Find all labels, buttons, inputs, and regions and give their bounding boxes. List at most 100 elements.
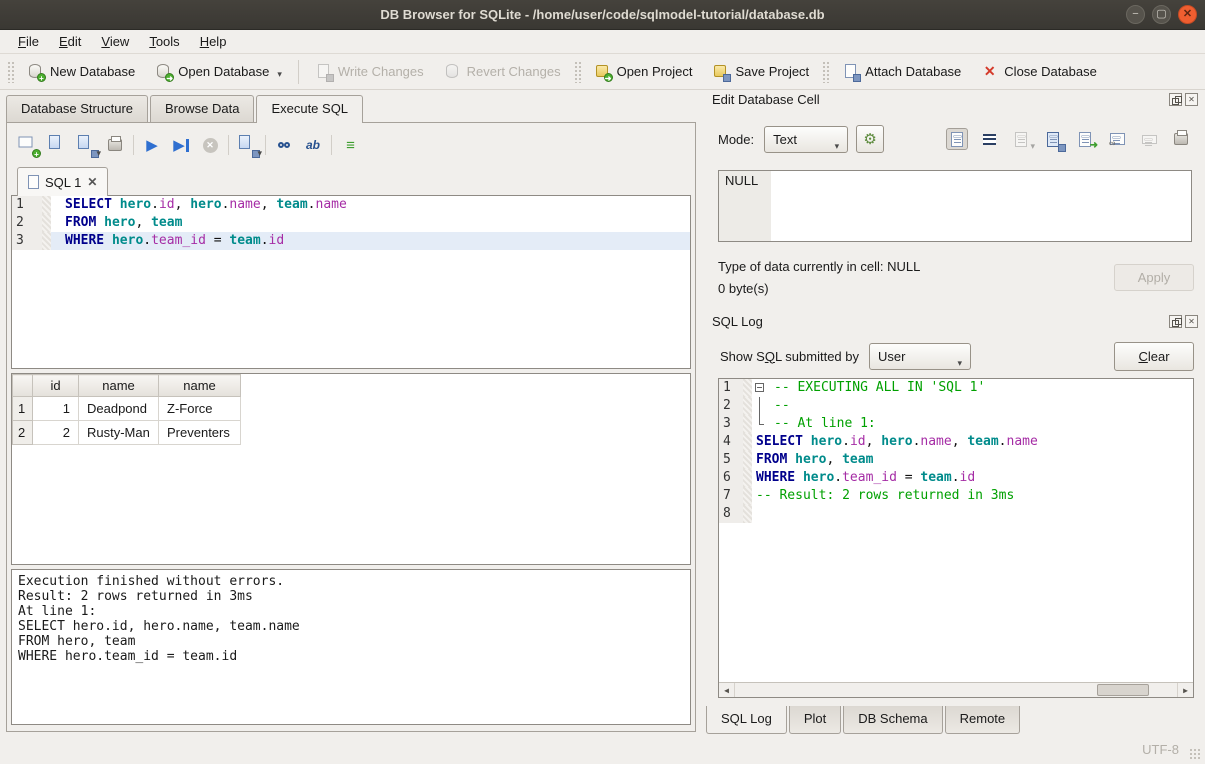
toolbar-separator [265, 135, 266, 155]
toolbar-drag-handle[interactable] [822, 61, 829, 83]
menu-tools[interactable]: Tools [139, 32, 189, 51]
clear-log-button[interactable]: Clear [1114, 342, 1194, 371]
row-header[interactable]: 2 [13, 421, 33, 445]
text-mode-button[interactable] [946, 128, 968, 150]
row-header[interactable]: 1 [13, 397, 33, 421]
maximize-button[interactable]: ▢ [1152, 5, 1171, 24]
scrollbar-track[interactable] [735, 683, 1177, 697]
tab-db-schema[interactable]: DB Schema [843, 706, 942, 734]
menu-file[interactable]: File [8, 32, 49, 51]
print-button[interactable] [104, 134, 126, 156]
open-database-dropdown-icon[interactable]: ▾ [277, 69, 282, 80]
cell-type-info: Type of data currently in cell: NULL [718, 259, 920, 274]
close-database-button[interactable]: ✕ Close Database [971, 58, 1107, 85]
print-cell-button[interactable] [1170, 128, 1192, 150]
menu-view[interactable]: View [91, 32, 139, 51]
execution-status-box[interactable]: Execution finished without errors. Resul… [11, 569, 691, 725]
export-data-button[interactable]: ➜ [1074, 128, 1096, 150]
cell-hero-name[interactable]: Rusty-Man [79, 421, 159, 445]
column-header-id[interactable]: id [33, 375, 79, 397]
attach-database-button[interactable]: Attach Database [832, 58, 971, 85]
tab-database-structure[interactable]: Database Structure [6, 95, 148, 122]
close-button[interactable]: ✕ [1178, 5, 1197, 24]
sql-token: SELECT [756, 434, 803, 449]
code-line: FROM hero, team [51, 214, 690, 232]
word-wrap-button[interactable] [978, 128, 1000, 150]
execute-all-button[interactable]: ▶ [141, 134, 163, 156]
open-external-link-button[interactable]: ∞ [1106, 128, 1128, 150]
scroll-left-icon[interactable]: ◀ [719, 683, 735, 697]
resize-grip[interactable] [1189, 748, 1201, 760]
minimize-button[interactable]: − [1126, 5, 1145, 24]
submitted-by-select[interactable]: User ▾ [869, 343, 971, 370]
cell-size-info: 0 byte(s) [718, 281, 769, 296]
scroll-right-icon[interactable]: ▶ [1177, 683, 1193, 697]
tab-sql-log[interactable]: SQL Log [706, 706, 787, 734]
toolbar-separator [331, 135, 332, 155]
menu-help[interactable]: Help [190, 32, 237, 51]
menu-edit[interactable]: Edit [49, 32, 91, 51]
sql-token: team [229, 233, 260, 248]
open-sql-file-button[interactable] [46, 134, 68, 156]
cell-edit-area[interactable] [771, 171, 1191, 241]
sql-editor-toolbar: + ▾ ▶ ▶ ✕ ▾ ab ≡ [17, 131, 361, 159]
cell-team-name[interactable]: Z-Force [159, 397, 241, 421]
cell-id[interactable]: 1 [33, 397, 79, 421]
tab-remote[interactable]: Remote [945, 706, 1021, 734]
save-project-button[interactable]: Save Project [702, 58, 819, 85]
sql-editor[interactable]: 1 SELECT hero.id, hero.name, team.name 2… [11, 195, 691, 369]
column-header-name2[interactable]: name [159, 375, 241, 397]
new-database-button[interactable]: + New Database [17, 58, 145, 85]
close-panel-icon[interactable]: ✕ [1185, 93, 1198, 106]
horizontal-scrollbar[interactable]: ◀ ▶ [719, 682, 1193, 697]
sql-token: -- At line 1: [774, 416, 876, 431]
title-bar: DB Browser for SQLite - /home/user/code/… [0, 0, 1205, 30]
tab-plot[interactable]: Plot [789, 706, 841, 734]
sql-token: name [1007, 434, 1038, 449]
execute-line-button[interactable]: ▶ [170, 134, 192, 156]
import-data-button[interactable] [1042, 128, 1064, 150]
fold-margin [42, 214, 51, 232]
line-number: 1 [12, 196, 42, 214]
new-sql-tab-button[interactable]: + [17, 134, 39, 156]
open-project-button[interactable]: ➜ Open Project [584, 58, 703, 85]
cell-team-name[interactable]: Preventers [159, 421, 241, 445]
cell-id[interactable]: 2 [33, 421, 79, 445]
toolbar-drag-handle[interactable] [574, 61, 581, 83]
fold-collapse-icon[interactable] [755, 383, 764, 392]
cell-hero-name[interactable]: Deadpond [79, 397, 159, 421]
open-database-button[interactable]: ➜ Open Database ▾ [145, 58, 292, 85]
save-sql-file-button[interactable]: ▾ [75, 134, 97, 156]
sql-token: team [967, 434, 998, 449]
sql-log-panel-header: SQL Log ✕ [712, 314, 1198, 329]
sql-token: . [143, 233, 151, 248]
auto-switch-mode-button[interactable]: ⚙ [856, 125, 884, 153]
revert-changes-button: Revert Changes [434, 58, 571, 85]
column-header-name[interactable]: name [79, 375, 159, 397]
panel-title: SQL Log [712, 314, 763, 329]
toolbar-drag-handle[interactable] [7, 61, 14, 83]
sql-log-view[interactable]: 1 -- EXECUTING ALL IN 'SQL 1' 2 -- 3 -- … [718, 378, 1194, 698]
find-replace-button[interactable]: ab [302, 134, 324, 156]
float-panel-icon[interactable] [1169, 315, 1182, 328]
close-sql-tab-icon[interactable]: ✕ [87, 175, 97, 189]
log-line: 3 -- At line 1: [719, 415, 1193, 433]
close-panel-icon[interactable]: ✕ [1185, 315, 1198, 328]
find-button[interactable] [273, 134, 295, 156]
table-row[interactable]: 1 1 Deadpond Z-Force [13, 397, 241, 421]
save-results-button[interactable]: ▾ [236, 134, 258, 156]
sql-document-tab[interactable]: SQL 1 ✕ [17, 167, 108, 196]
mode-select[interactable]: Text ▾ [764, 126, 848, 153]
main-tab-bar: Database Structure Browse Data Execute S… [6, 95, 365, 123]
float-panel-icon[interactable] [1169, 93, 1182, 106]
table-row[interactable]: 2 2 Rusty-Man Preventers [13, 421, 241, 445]
sql-token: hero [803, 470, 834, 485]
sql-token: name [316, 197, 347, 212]
scrollbar-thumb[interactable] [1097, 684, 1149, 696]
tab-execute-sql[interactable]: Execute SQL [256, 95, 363, 123]
tab-browse-data[interactable]: Browse Data [150, 95, 254, 122]
format-sql-button[interactable]: ≡ [339, 134, 361, 156]
sql-token: id [960, 470, 976, 485]
cell-value-editor[interactable]: NULL [718, 170, 1192, 242]
apply-button: Apply [1114, 264, 1194, 291]
